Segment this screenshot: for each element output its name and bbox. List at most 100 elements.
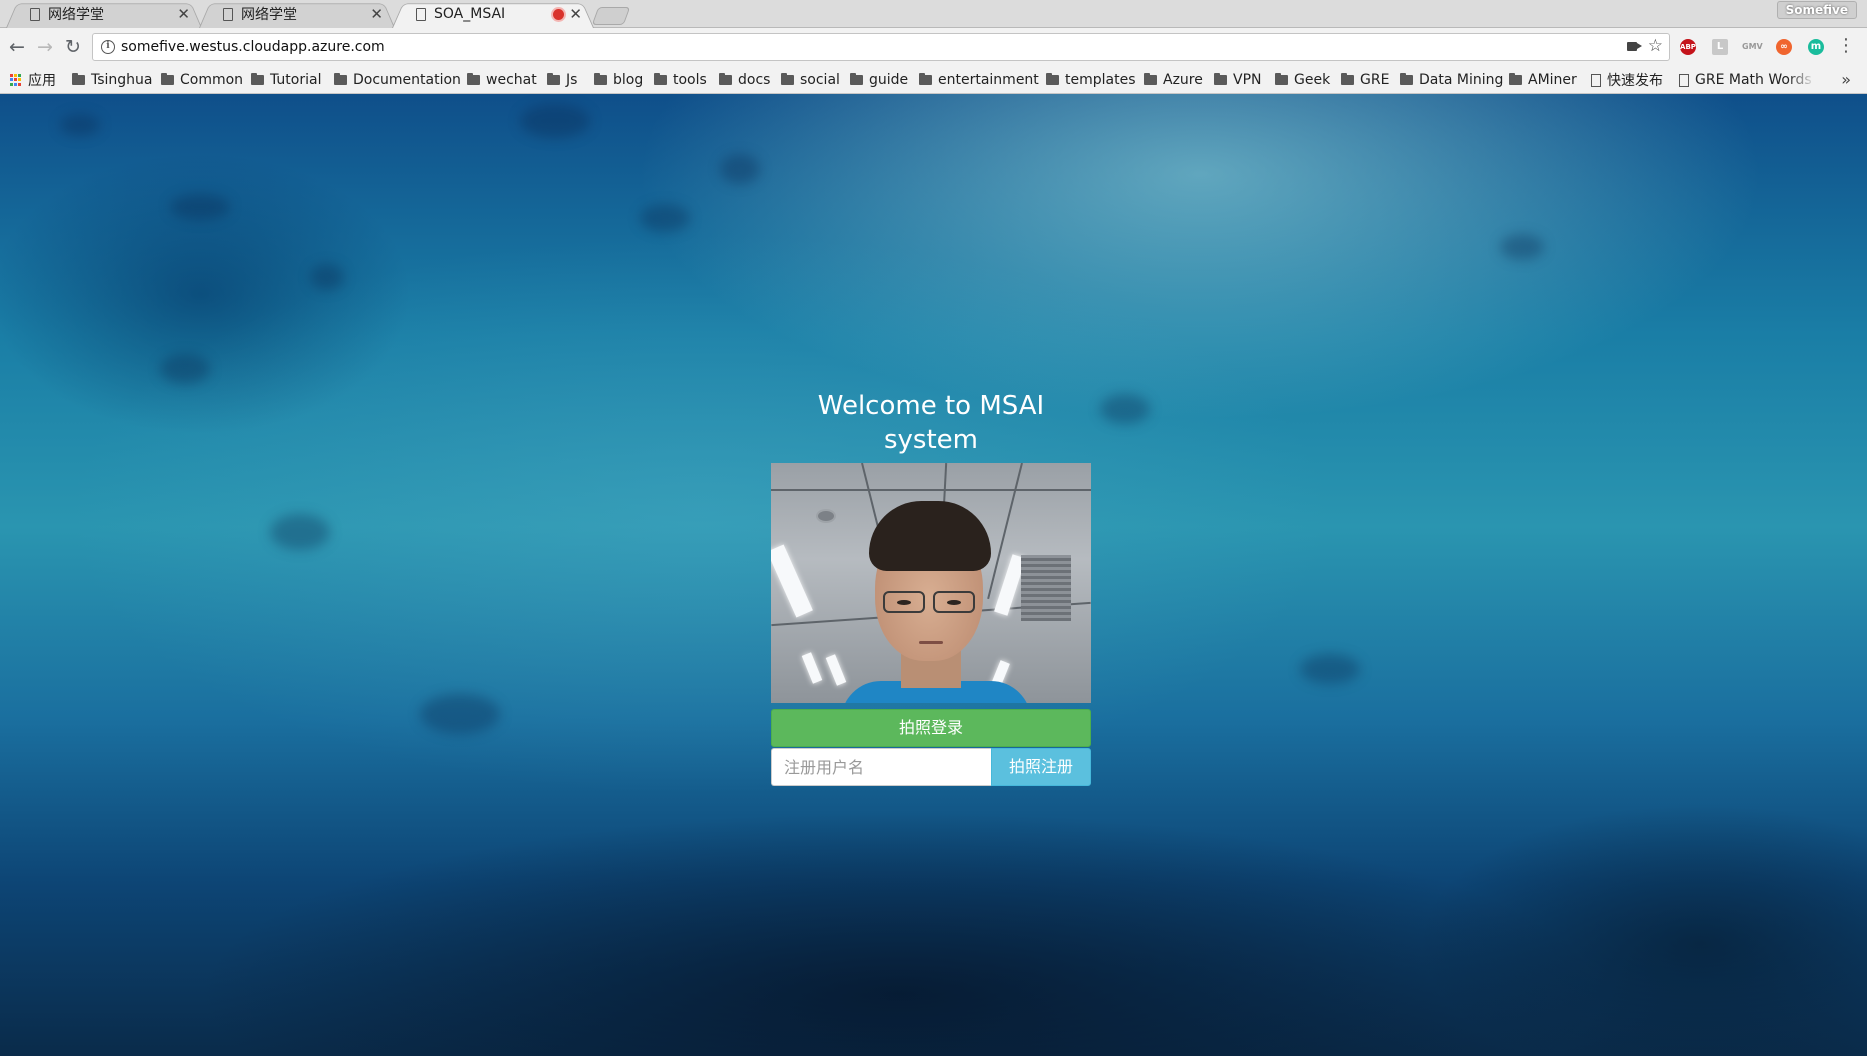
extension-gmv-icon[interactable]: GMV	[1742, 39, 1763, 55]
bookmark-label: Common	[180, 72, 244, 88]
bookmark-folder[interactable]: Common	[161, 66, 243, 94]
folder-icon	[467, 73, 480, 85]
forward-arrow-icon[interactable]: →	[34, 36, 56, 58]
adblock-icon[interactable]: ABP	[1680, 39, 1696, 55]
new-tab-button[interactable]	[591, 7, 631, 25]
bookmark-label: entertainment	[938, 72, 1039, 88]
webcam-preview	[771, 463, 1091, 703]
bookmark-label: docs	[738, 72, 771, 88]
bookmark-label: tools	[673, 72, 707, 88]
page-icon	[416, 7, 426, 21]
bookmark-folder[interactable]: tools	[654, 66, 707, 94]
camera-in-use-icon[interactable]	[1627, 42, 1642, 51]
tab-title: SOA_MSAI	[434, 6, 506, 22]
bookmark-folder[interactable]: docs	[719, 66, 770, 94]
tab-strip: 网络学堂 ✕ 网络学堂 ✕ SOA_MSAI ✕ Somefive	[0, 0, 1867, 28]
bookmark-folder[interactable]: wechat	[467, 66, 537, 94]
tab-1[interactable]: 网络学堂 ✕	[6, 0, 202, 28]
bookmark-page[interactable]: GRE Math Words	[1679, 66, 1815, 94]
bookmarks-bar: 应用 Tsinghua Common Tutorial Documentatio…	[0, 66, 1867, 94]
bookmark-label: Documentation	[353, 72, 461, 88]
more-bookmarks-icon[interactable]: »	[1841, 70, 1851, 89]
page-background: Welcome to MSAI system 拍照登录 注册用户名 拍照注册	[0, 94, 1867, 1056]
bookmark-label: templates	[1065, 72, 1136, 88]
bookmark-folder[interactable]: GRE	[1341, 66, 1389, 94]
close-tab-icon[interactable]: ✕	[177, 5, 190, 23]
bookmark-folder[interactable]: social	[781, 66, 840, 94]
bookmark-label: VPN	[1233, 72, 1262, 88]
folder-icon	[594, 73, 607, 85]
bookmark-label: Azure	[1163, 72, 1203, 88]
page-icon	[223, 7, 233, 21]
bookmark-label: Tutorial	[270, 72, 322, 88]
folder-icon	[1509, 73, 1522, 85]
bookmark-folder[interactable]: Geek	[1275, 66, 1330, 94]
folder-icon	[1144, 73, 1157, 85]
bookmark-label: blog	[613, 72, 644, 88]
tab-3-active[interactable]: SOA_MSAI ✕	[392, 0, 594, 28]
tab-title: 网络学堂	[48, 7, 104, 23]
bookmark-apps[interactable]: 应用	[10, 66, 56, 94]
folder-icon	[850, 73, 863, 85]
folder-icon	[161, 73, 174, 85]
folder-icon	[1214, 73, 1227, 85]
folder-icon	[1341, 73, 1354, 85]
bookmark-label: social	[800, 72, 840, 88]
back-arrow-icon[interactable]: ←	[6, 36, 28, 58]
photo-register-button[interactable]: 拍照注册	[991, 748, 1091, 786]
folder-icon	[719, 73, 732, 85]
page-title: Welcome to MSAI system	[817, 391, 1045, 455]
url-text[interactable]: somefive.westus.cloudapp.azure.com	[121, 39, 385, 55]
extension-l-icon[interactable]: L	[1712, 39, 1728, 55]
bookmark-label: GRE Math Words	[1695, 72, 1812, 88]
page-icon	[1591, 73, 1601, 87]
bookmark-label: GRE	[1360, 72, 1390, 88]
tab-2[interactable]: 网络学堂 ✕	[199, 0, 395, 28]
bookmark-folder[interactable]: AMiner	[1509, 66, 1577, 94]
menu-dots-icon[interactable]: ⋮	[1837, 36, 1855, 56]
bookmark-label: Tsinghua	[91, 72, 153, 88]
bookmark-label: 应用	[28, 73, 56, 89]
close-tab-icon[interactable]: ✕	[370, 5, 383, 23]
folder-icon	[1400, 73, 1413, 85]
bookmark-folder[interactable]: Tutorial	[251, 66, 321, 94]
bookmark-folder[interactable]: entertainment	[919, 66, 1039, 94]
bookmark-folder[interactable]: Azure	[1144, 66, 1203, 94]
bookmark-label: guide	[869, 72, 909, 88]
recording-icon	[553, 9, 564, 20]
folder-icon	[1275, 73, 1288, 85]
close-tab-icon[interactable]: ✕	[569, 5, 582, 23]
bookmark-folder[interactable]: blog	[594, 66, 643, 94]
profile-button[interactable]: Somefive	[1776, 1, 1857, 19]
bookmark-folder[interactable]: guide	[850, 66, 908, 94]
tab-title: 网络学堂	[241, 7, 297, 23]
register-username-input[interactable]	[771, 748, 991, 786]
register-row: 拍照注册	[771, 748, 1091, 786]
apps-grid-icon	[10, 74, 22, 86]
bookmark-label: Js	[566, 72, 578, 88]
folder-icon	[654, 73, 667, 85]
bookmark-label: Data Mining	[1419, 72, 1504, 88]
folder-icon	[547, 73, 560, 85]
bookmark-folder[interactable]: Documentation	[334, 66, 461, 94]
photo-login-button[interactable]: 拍照登录	[771, 709, 1091, 747]
bookmark-folder[interactable]: Tsinghua	[72, 66, 153, 94]
info-icon[interactable]: i	[101, 40, 115, 54]
folder-icon	[334, 73, 347, 85]
folder-icon	[919, 73, 932, 85]
bookmark-folder[interactable]: Data Mining	[1400, 66, 1503, 94]
folder-icon	[781, 73, 794, 85]
address-bar[interactable]: i somefive.westus.cloudapp.azure.com ☆	[92, 33, 1670, 61]
folder-icon	[1046, 73, 1059, 85]
bookmark-folder[interactable]: Js	[547, 66, 577, 94]
bookmark-label: 快速发布	[1607, 73, 1663, 89]
bookmark-page[interactable]: 快速发布	[1591, 66, 1663, 94]
bookmark-folder[interactable]: templates	[1046, 66, 1136, 94]
extension-m-icon[interactable]: m	[1808, 39, 1824, 55]
page-icon	[1679, 73, 1689, 87]
bookmark-folder[interactable]: VPN	[1214, 66, 1262, 94]
bookmark-star-icon[interactable]: ☆	[1648, 36, 1663, 56]
bookmark-label: Geek	[1294, 72, 1331, 88]
extension-infinity-icon[interactable]: ∞	[1776, 39, 1792, 55]
reload-icon[interactable]: ↻	[62, 36, 84, 58]
